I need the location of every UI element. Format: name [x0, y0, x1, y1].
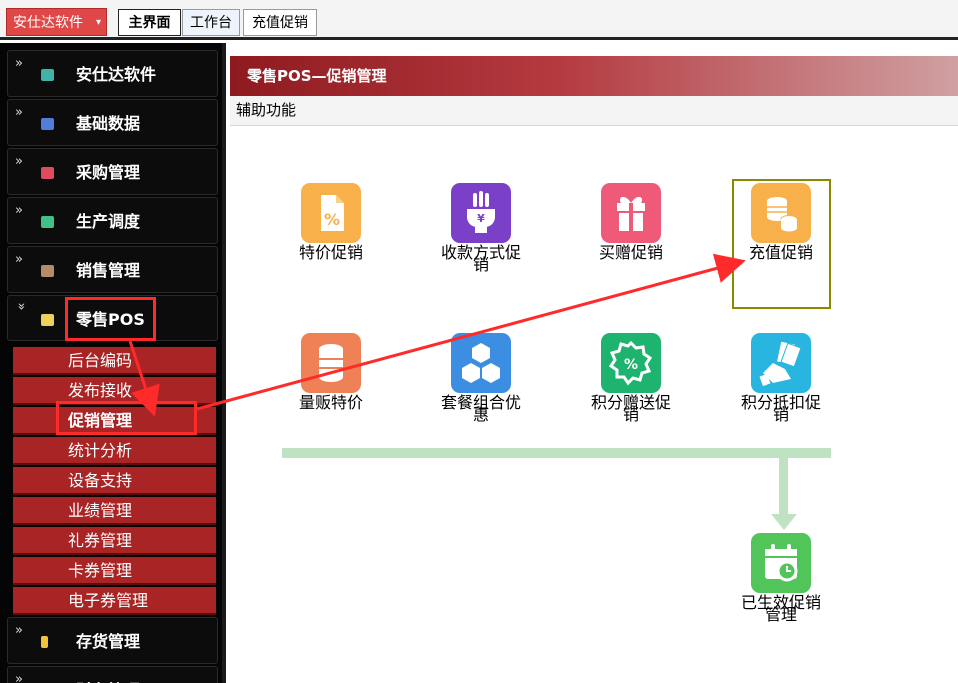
annotation-arrow-to-recharge: [196, 253, 746, 411]
annotation-arrows: [128, 253, 746, 417]
annotation-arrow-down: [128, 340, 160, 417]
screen: 安仕达软件 ▾ 主界面 工作台 充值促销 » 安仕达软件 » 基础数据 » 采购…: [0, 0, 958, 683]
